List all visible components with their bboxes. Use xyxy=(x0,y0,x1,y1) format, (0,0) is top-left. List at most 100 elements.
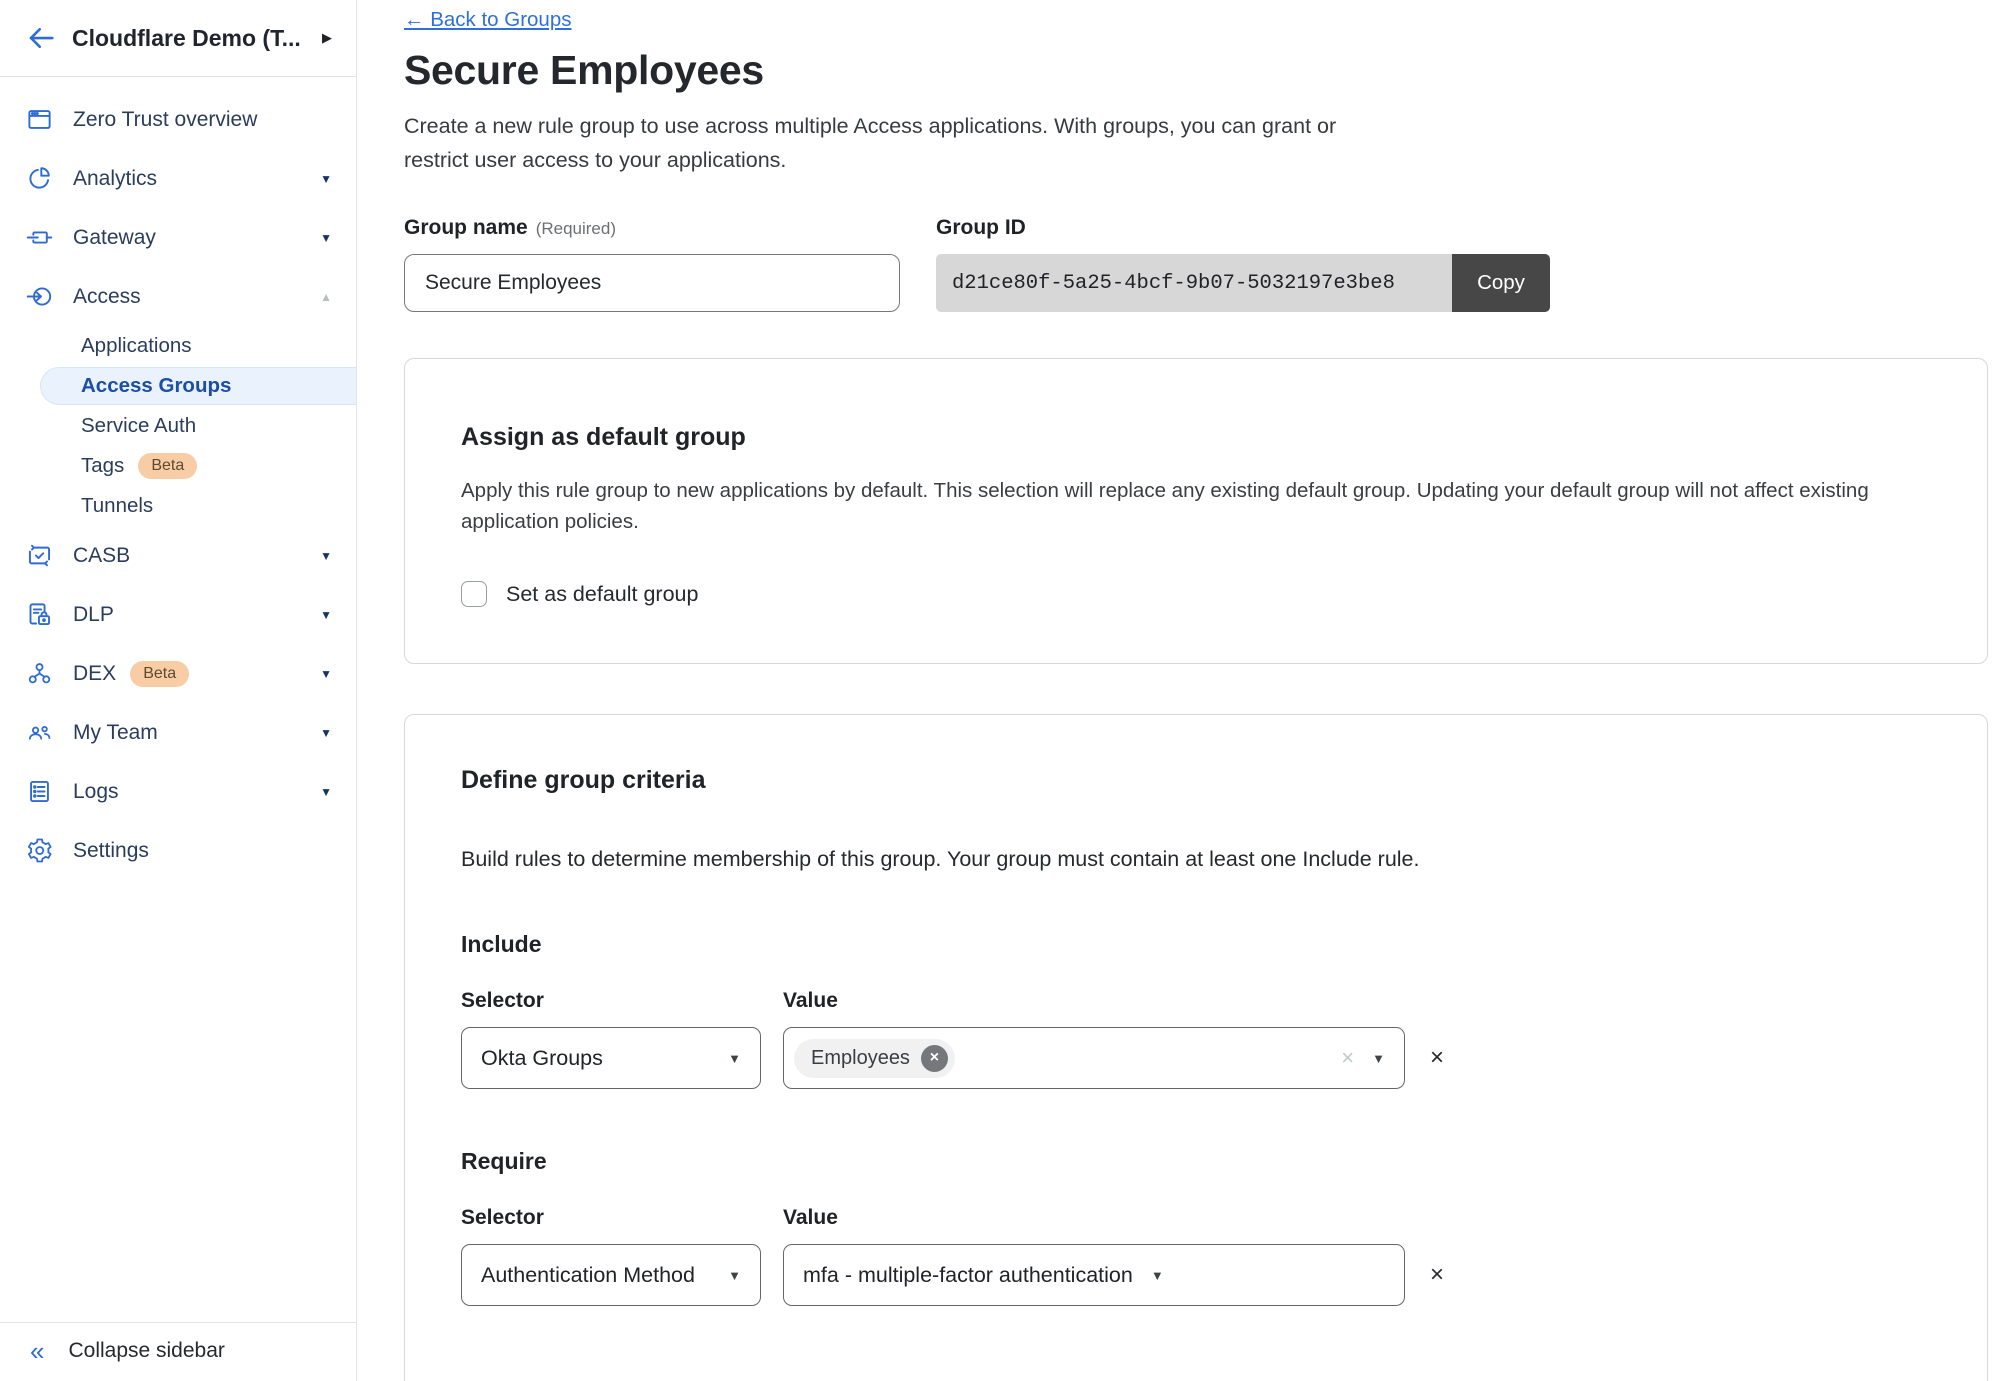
require-heading: Require xyxy=(461,1148,1931,1175)
include-value-multiselect[interactable]: Employees × × ▼ xyxy=(783,1027,1405,1089)
include-selector-label: Selector xyxy=(461,989,783,1013)
zero-trust-dashboard: Cloudflare Demo (T... ▶ Zero Trust overv… xyxy=(0,0,1999,1381)
clear-values-icon[interactable]: × xyxy=(1341,1045,1354,1071)
define-group-criteria-title: Define group criteria xyxy=(461,766,1931,795)
assign-default-group-title: Assign as default group xyxy=(461,423,1931,452)
chip-label: Employees xyxy=(811,1047,910,1070)
required-hint: (Required) xyxy=(536,219,616,239)
sidebar-item-label: Gateway xyxy=(73,226,156,250)
sidebar-item-service-auth[interactable]: Service Auth xyxy=(0,406,356,446)
chevron-down-icon[interactable]: ▼ xyxy=(320,231,332,245)
sidebar-item-label: DEX xyxy=(73,662,116,686)
people-icon xyxy=(26,719,53,746)
chevron-down-icon: ▼ xyxy=(1372,1051,1385,1066)
chevron-down-icon: ▼ xyxy=(728,1268,741,1283)
include-selector-value: Okta Groups xyxy=(481,1046,603,1071)
require-selector-value: Authentication Method xyxy=(481,1263,695,1288)
require-value-dropdown[interactable]: mfa - multiple-factor authentication ▼ xyxy=(783,1244,1405,1306)
chevron-down-icon[interactable]: ▼ xyxy=(320,172,332,186)
sidebar-item-logs[interactable]: Logs ▼ xyxy=(0,762,356,821)
remove-require-rule-icon[interactable]: × xyxy=(1430,1263,1444,1287)
sidebar-item-label: Settings xyxy=(73,839,149,863)
sidebar-item-label: Access xyxy=(73,285,141,309)
chip-remove-icon[interactable]: × xyxy=(921,1045,948,1072)
group-id-field: Group ID d21ce80f-5a25-4bcf-9b07-5032197… xyxy=(936,216,1550,312)
list-document-icon xyxy=(26,778,53,805)
chevron-down-icon[interactable]: ▼ xyxy=(320,726,332,740)
network-nodes-icon xyxy=(26,660,53,687)
include-selector-dropdown[interactable]: Okta Groups ▼ xyxy=(461,1027,761,1089)
gateway-icon xyxy=(26,224,53,251)
sidebar-item-label: Access Groups xyxy=(81,374,231,398)
group-name-label: Group name xyxy=(404,216,528,240)
double-chevron-left-icon: « xyxy=(30,1338,44,1364)
page-title: Secure Employees xyxy=(404,47,1999,94)
remove-include-rule-icon[interactable]: × xyxy=(1430,1046,1444,1070)
account-title: Cloudflare Demo (T... xyxy=(72,25,314,52)
sidebar-item-label: DLP xyxy=(73,603,114,627)
sidebar-item-tags[interactable]: Tags Beta xyxy=(0,446,356,486)
sidebar-item-label: My Team xyxy=(73,721,158,745)
chevron-down-icon[interactable]: ▼ xyxy=(320,667,332,681)
sidebar: Cloudflare Demo (T... ▶ Zero Trust overv… xyxy=(0,0,357,1381)
back-arrow-icon[interactable] xyxy=(26,23,56,53)
collapse-sidebar-label: Collapse sidebar xyxy=(68,1339,224,1363)
chevron-right-icon[interactable]: ▶ xyxy=(322,30,332,46)
chevron-down-icon: ▼ xyxy=(1151,1268,1164,1283)
chevron-up-icon[interactable]: ▲ xyxy=(320,290,332,304)
sidebar-item-label: Zero Trust overview xyxy=(73,108,257,132)
require-rule-row: Authentication Method ▼ mfa - multiple-f… xyxy=(461,1244,1931,1306)
include-heading: Include xyxy=(461,931,1931,958)
sidebar-item-tunnels[interactable]: Tunnels xyxy=(0,486,356,526)
sidebar-item-label: Tunnels xyxy=(81,494,153,518)
back-to-groups-link[interactable]: ← Back to Groups xyxy=(404,8,571,32)
sidebar-item-label: Service Auth xyxy=(81,414,196,438)
require-value-label: Value xyxy=(783,1206,838,1230)
sidebar-item-label: Analytics xyxy=(73,167,157,191)
define-group-criteria-description: Build rules to determine membership of t… xyxy=(461,847,1931,872)
casb-icon xyxy=(26,542,53,569)
sidebar-item-label: Applications xyxy=(81,334,192,358)
collapse-sidebar-button[interactable]: « Collapse sidebar xyxy=(0,1322,356,1381)
group-id-label: Group ID xyxy=(936,216,1026,240)
require-labels: Selector Value xyxy=(461,1206,1931,1230)
set-default-group-checkbox[interactable] xyxy=(461,581,487,607)
group-identity-row: Group name (Required) Group ID d21ce80f-… xyxy=(404,216,1999,312)
copy-button[interactable]: Copy xyxy=(1452,254,1550,312)
sidebar-item-access[interactable]: Access ▲ xyxy=(0,267,356,326)
group-name-field: Group name (Required) xyxy=(404,216,900,312)
sidebar-item-dlp[interactable]: DLP ▼ xyxy=(0,585,356,644)
require-selector-dropdown[interactable]: Authentication Method ▼ xyxy=(461,1244,761,1306)
beta-badge: Beta xyxy=(138,453,197,479)
assign-default-group-description: Apply this rule group to new application… xyxy=(461,475,1881,537)
sidebar-item-my-team[interactable]: My Team ▼ xyxy=(0,703,356,762)
require-value: mfa - multiple-factor authentication xyxy=(803,1263,1133,1288)
sidebar-item-zero-trust-overview[interactable]: Zero Trust overview xyxy=(0,90,356,149)
chevron-down-icon[interactable]: ▼ xyxy=(320,549,332,563)
sidebar-item-applications[interactable]: Applications xyxy=(0,326,356,366)
include-value-label: Value xyxy=(783,989,838,1013)
sidebar-item-analytics[interactable]: Analytics ▼ xyxy=(0,149,356,208)
beta-badge: Beta xyxy=(130,661,189,687)
access-icon xyxy=(26,283,53,310)
sidebar-item-label: CASB xyxy=(73,544,130,568)
sidebar-item-access-groups[interactable]: Access Groups xyxy=(0,366,356,406)
chevron-down-icon[interactable]: ▼ xyxy=(320,608,332,622)
pie-chart-icon xyxy=(26,165,53,192)
set-default-group-label: Set as default group xyxy=(506,582,698,607)
set-default-group-row: Set as default group xyxy=(461,581,1931,607)
sidebar-item-settings[interactable]: Settings xyxy=(0,821,356,880)
document-lock-icon xyxy=(26,601,53,628)
sidebar-item-casb[interactable]: CASB ▼ xyxy=(0,526,356,585)
chevron-down-icon: ▼ xyxy=(728,1051,741,1066)
sidebar-header: Cloudflare Demo (T... ▶ xyxy=(0,0,356,77)
sidebar-item-dex[interactable]: DEX Beta ▼ xyxy=(0,644,356,703)
gear-icon xyxy=(26,837,53,864)
sidebar-item-label: Tags xyxy=(81,454,124,478)
include-labels: Selector Value xyxy=(461,989,1931,1013)
employees-chip: Employees × xyxy=(794,1039,955,1078)
group-name-input[interactable] xyxy=(404,254,900,312)
sidebar-item-gateway[interactable]: Gateway ▼ xyxy=(0,208,356,267)
chevron-down-icon[interactable]: ▼ xyxy=(320,785,332,799)
include-rule-row: Okta Groups ▼ Employees × × ▼ × xyxy=(461,1027,1931,1089)
